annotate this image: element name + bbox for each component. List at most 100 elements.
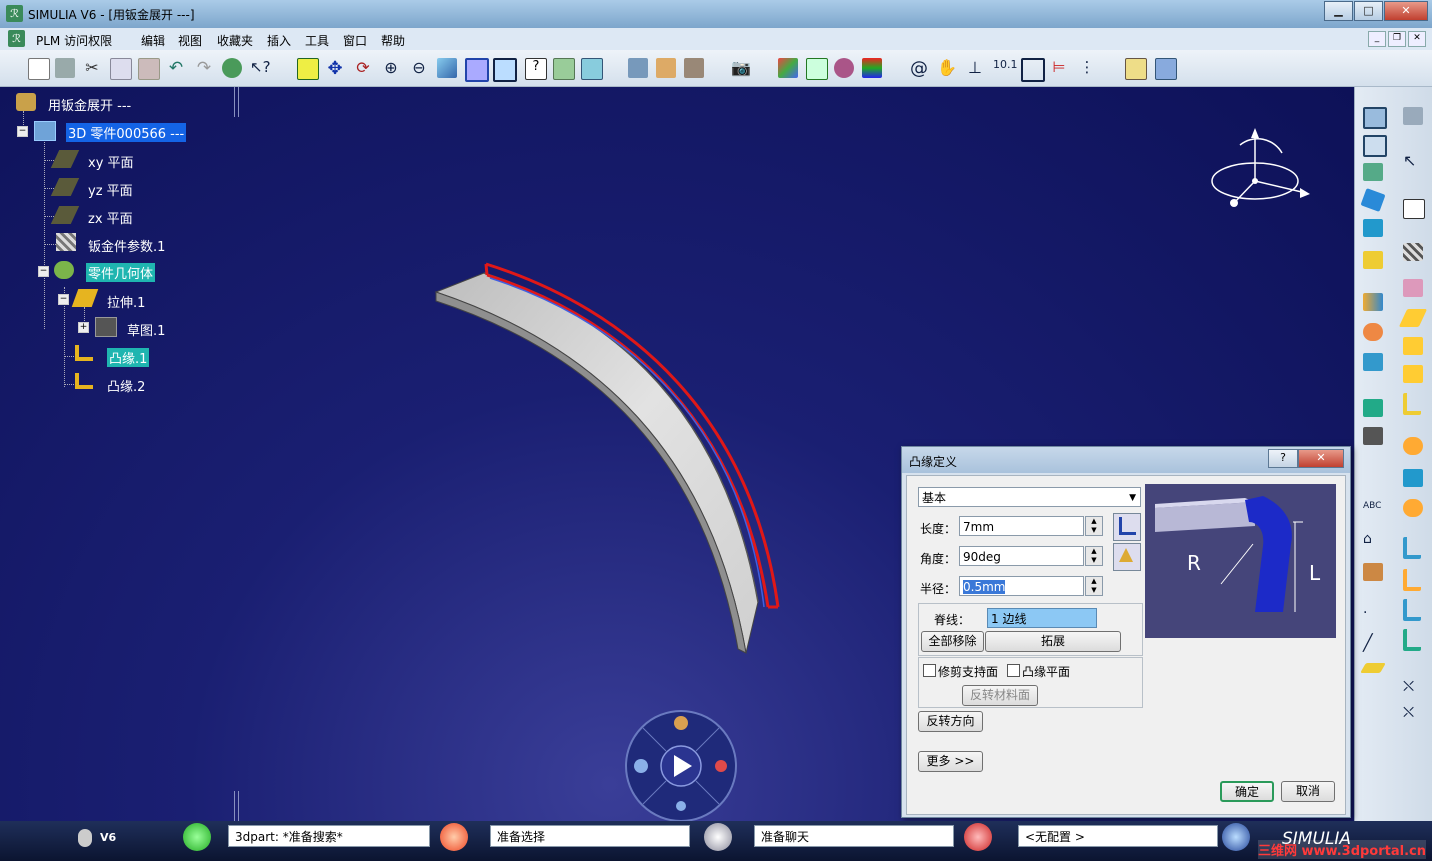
corner-icon[interactable] <box>1403 599 1421 621</box>
publication-icon[interactable] <box>1155 58 1177 80</box>
flange-sidebar-icon[interactable] <box>1403 393 1421 415</box>
mode-select[interactable]: 基本 ▼ <box>918 487 1141 507</box>
constraint-icon[interactable]: ⊨ <box>1049 58 1069 78</box>
fit-all-icon[interactable] <box>297 58 319 80</box>
dot-icon[interactable]: · <box>1363 605 1383 623</box>
menu-insert[interactable]: 插入 <box>267 32 291 49</box>
minimize-button[interactable]: ▁ <box>1324 1 1353 21</box>
menu-view[interactable]: 视图 <box>178 32 202 49</box>
line-icon[interactable]: ╱ <box>1363 633 1383 652</box>
rotate-icon[interactable]: ⟳ <box>353 58 373 78</box>
close-button[interactable]: ✕ <box>1384 1 1428 21</box>
fly-mode-icon[interactable]: ✋ <box>937 58 957 78</box>
pattern-icon[interactable] <box>1363 323 1383 341</box>
fold-unfold-icon[interactable] <box>834 58 854 78</box>
wall-on-edge-icon[interactable] <box>1363 135 1387 157</box>
select-arrow-icon[interactable]: ↖ <box>1403 151 1423 170</box>
new-icon[interactable] <box>28 58 50 80</box>
point-icon[interactable]: ⌂ <box>1363 531 1383 549</box>
plm-search-icon[interactable] <box>628 58 648 78</box>
menu-plm-access[interactable]: PLM 访问权限 <box>36 32 112 49</box>
plm-open-icon[interactable] <box>656 58 676 78</box>
dialog-close-button[interactable]: ✕ <box>1298 449 1344 468</box>
flange-plane-checkbox[interactable] <box>1007 664 1020 677</box>
paste-icon[interactable] <box>138 58 160 80</box>
print-icon[interactable] <box>55 58 75 78</box>
reverse-direction-button[interactable]: 反转方向 <box>918 711 983 732</box>
fold-icon[interactable] <box>1363 427 1383 445</box>
unfold-icon[interactable] <box>1363 293 1383 311</box>
sketch-tool-icon[interactable] <box>1403 199 1425 219</box>
more-button[interactable]: 更多 >> <box>918 751 983 772</box>
update-icon[interactable] <box>222 58 242 78</box>
dialog-help-button[interactable]: ? <box>1268 449 1298 468</box>
sm-params-tool-icon[interactable] <box>1403 243 1423 261</box>
flange-surface[interactable] <box>434 272 759 654</box>
multi-axis-icon[interactable]: ⛌ <box>1403 703 1423 721</box>
length-input[interactable]: 7mm <box>959 516 1084 536</box>
render-style-icon[interactable]: ? <box>525 58 547 80</box>
hide-show-icon[interactable] <box>553 58 575 80</box>
sheet-metal-params-icon[interactable] <box>778 58 798 78</box>
doc-logo-icon[interactable]: ℛ <box>8 30 25 47</box>
chat-icon[interactable] <box>704 823 732 851</box>
network-icon[interactable] <box>715 760 727 772</box>
chamfer-icon[interactable] <box>1403 629 1421 651</box>
menu-edit[interactable]: 编辑 <box>141 32 165 49</box>
flange-tool-icon[interactable] <box>1363 251 1383 269</box>
radius-spinner[interactable]: ▲ ▼ <box>1085 576 1103 596</box>
bend-icon[interactable] <box>1403 279 1423 297</box>
hierarchy-icon[interactable] <box>676 801 686 811</box>
normal-view-icon[interactable] <box>437 58 457 78</box>
config-status[interactable]: <无配置 > <box>1018 825 1218 847</box>
mdi-minimize-button[interactable]: _ <box>1368 31 1386 47</box>
radius-input[interactable]: 0.5mm <box>959 576 1084 596</box>
axis-system-icon[interactable]: ⛌ <box>1403 677 1423 695</box>
lock-icon[interactable] <box>684 58 704 78</box>
iso-view-icon[interactable] <box>493 58 517 82</box>
plane-tool-icon[interactable] <box>1360 663 1386 673</box>
ok-button[interactable]: 确定 <box>1220 781 1274 802</box>
maximize-button[interactable]: □ <box>1354 1 1383 21</box>
select-icon[interactable] <box>440 823 468 851</box>
people-icon[interactable] <box>674 716 688 730</box>
search-icon[interactable] <box>183 823 211 851</box>
whats-this-icon[interactable]: ↖? <box>250 58 271 78</box>
multi-view-icon[interactable] <box>465 58 489 82</box>
mdi-close-button[interactable]: ✕ <box>1408 31 1426 47</box>
swept-wall-icon[interactable] <box>1360 188 1386 212</box>
swept-flange-icon[interactable] <box>1403 499 1423 517</box>
corner-relief-icon[interactable] <box>1363 353 1383 371</box>
reverse-material-button[interactable]: 反转材料面 <box>962 685 1038 706</box>
hem-icon[interactable] <box>1403 437 1423 455</box>
extrusion-icon[interactable] <box>1363 163 1383 181</box>
swap-space-icon[interactable] <box>581 58 603 80</box>
axis-icon[interactable]: ⊥ <box>965 58 985 78</box>
cutout-icon[interactable] <box>1398 309 1428 327</box>
mdi-restore-button[interactable]: ❐ <box>1388 31 1406 47</box>
multi-viewer-icon[interactable] <box>862 58 882 78</box>
view-rotate-icon[interactable]: @ <box>909 58 929 79</box>
menu-tools[interactable]: 工具 <box>305 32 329 49</box>
hole-icon[interactable] <box>1403 365 1423 383</box>
rib-icon[interactable] <box>1403 569 1421 591</box>
copy-icon[interactable] <box>110 58 132 80</box>
tools-icon[interactable] <box>1403 107 1423 125</box>
sheet-metal-view-icon[interactable] <box>806 58 828 80</box>
menu-window[interactable]: 窗口 <box>343 32 367 49</box>
cut-icon[interactable]: ✂ <box>82 58 102 78</box>
compass-icon[interactable] <box>1200 125 1320 215</box>
3d-shape-icon[interactable] <box>634 759 648 773</box>
search-field[interactable]: 3dpart: *准备搜索* <box>228 825 430 847</box>
undo-icon[interactable]: ↶ <box>166 58 186 78</box>
trim-support-checkbox[interactable] <box>923 664 936 677</box>
zoom-in-icon[interactable]: ⊕ <box>381 58 401 78</box>
chat-status[interactable]: 准备聊天 <box>754 825 954 847</box>
spine-input[interactable]: 1 边线 <box>987 608 1097 628</box>
pan-icon[interactable]: ✥ <box>325 58 345 79</box>
propagate-button[interactable]: 拓展 <box>985 631 1121 652</box>
save-dxf-icon[interactable] <box>1363 399 1383 417</box>
stamp-icon[interactable] <box>1403 337 1423 355</box>
selection-status[interactable]: 准备选择 <box>490 825 690 847</box>
list-icon[interactable]: ⋮ <box>1077 58 1097 78</box>
